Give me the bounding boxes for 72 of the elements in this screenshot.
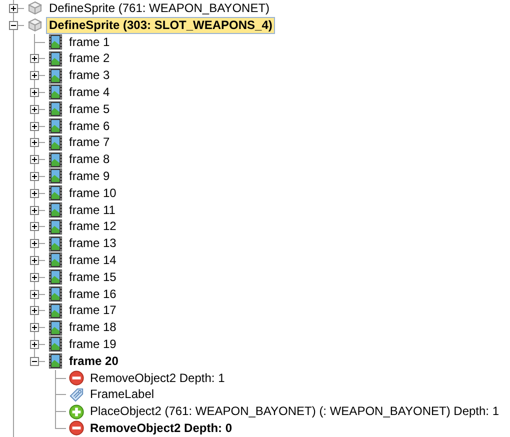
expand-toggle[interactable] bbox=[30, 71, 39, 80]
expand-toggle[interactable] bbox=[30, 88, 39, 97]
tree-item-label[interactable]: frame 11 bbox=[66, 202, 118, 218]
tree-item-label[interactable]: frame 6 bbox=[66, 118, 113, 134]
tree-item-label[interactable]: frame 19 bbox=[66, 336, 120, 353]
expand-toggle[interactable] bbox=[30, 323, 39, 332]
tree-item-label[interactable]: frame 1 bbox=[66, 34, 113, 50]
tree-item-label[interactable]: frame 17 bbox=[66, 302, 120, 320]
cube-icon bbox=[27, 17, 43, 34]
tree-item-label[interactable]: DefineSprite (303: SLOT_WEAPONS_4) bbox=[46, 16, 276, 34]
tree-item-label[interactable]: frame 8 bbox=[66, 151, 113, 168]
tree-item-label[interactable]: frame 13 bbox=[66, 235, 120, 252]
tree-item-label[interactable]: PlaceObject2 (761: WEAPON_BAYONET) (: WEAPON_BAYONET) Depth: 1 bbox=[87, 403, 502, 420]
film-icon bbox=[48, 218, 63, 235]
expand-toggle[interactable] bbox=[30, 222, 39, 232]
film-icon bbox=[48, 236, 63, 252]
add-icon bbox=[69, 404, 84, 420]
tree-item-label[interactable]: frame 14 bbox=[66, 252, 120, 269]
film-icon bbox=[48, 269, 63, 286]
expand-toggle[interactable] bbox=[30, 306, 39, 316]
film-icon bbox=[48, 101, 63, 118]
collapse-toggle[interactable] bbox=[30, 356, 39, 366]
tree-item-label[interactable]: frame 9 bbox=[66, 168, 113, 185]
film-icon bbox=[48, 134, 63, 151]
film-icon bbox=[48, 68, 63, 84]
film-icon bbox=[48, 320, 63, 336]
film-icon bbox=[48, 302, 63, 319]
cube-icon bbox=[27, 0, 43, 16]
film-icon bbox=[48, 252, 63, 268]
tree-item-label[interactable]: frame 2 bbox=[66, 50, 113, 68]
film-icon bbox=[48, 353, 63, 370]
expand-toggle[interactable] bbox=[30, 138, 39, 148]
tree-item-label[interactable]: frame 3 bbox=[66, 67, 113, 84]
tree-item-label[interactable]: frame 12 bbox=[66, 218, 120, 236]
film-icon bbox=[48, 152, 63, 168]
film-icon bbox=[48, 336, 63, 352]
remove-icon bbox=[69, 370, 84, 386]
tree-item-label[interactable]: frame 5 bbox=[66, 100, 113, 118]
expand-toggle[interactable] bbox=[30, 239, 39, 248]
expand-toggle[interactable] bbox=[30, 172, 39, 181]
tree-item-label[interactable]: frame 15 bbox=[66, 268, 120, 286]
film-icon bbox=[48, 34, 63, 50]
tree-item-label[interactable]: frame 7 bbox=[66, 134, 113, 152]
film-icon bbox=[48, 84, 63, 100]
film-icon bbox=[48, 202, 63, 218]
tree-item-label[interactable]: DefineSprite (761: WEAPON_BAYONET) bbox=[46, 0, 273, 17]
expand-toggle[interactable] bbox=[30, 122, 39, 131]
expand-toggle[interactable] bbox=[30, 272, 39, 282]
expand-toggle[interactable] bbox=[30, 104, 39, 114]
tree-item-label[interactable]: frame 18 bbox=[66, 319, 120, 336]
film-icon bbox=[48, 286, 63, 302]
film-icon bbox=[48, 168, 63, 184]
tree-item-label[interactable]: RemoveObject2 Depth: 0 bbox=[87, 420, 236, 437]
expand-toggle[interactable] bbox=[30, 290, 39, 299]
tag-icon bbox=[69, 386, 84, 403]
tree-item-label[interactable]: RemoveObject2 Depth: 1 bbox=[87, 370, 228, 386]
expand-toggle[interactable] bbox=[30, 155, 39, 164]
expand-toggle[interactable] bbox=[30, 188, 39, 198]
expand-toggle[interactable] bbox=[30, 206, 39, 215]
expand-toggle[interactable] bbox=[30, 256, 39, 265]
tree-item-label[interactable]: frame 16 bbox=[66, 286, 120, 302]
tree-item-label[interactable]: frame 10 bbox=[66, 184, 120, 202]
film-icon bbox=[48, 118, 63, 134]
tree-item-label[interactable]: frame 4 bbox=[66, 84, 113, 101]
collapse-toggle[interactable] bbox=[9, 20, 18, 30]
tree-item-label[interactable]: FrameLabel bbox=[87, 386, 158, 404]
tree-item-label[interactable]: frame 20 bbox=[66, 352, 122, 370]
expand-toggle[interactable] bbox=[30, 340, 39, 349]
expand-toggle[interactable] bbox=[30, 54, 39, 64]
film-icon bbox=[48, 185, 63, 202]
expand-toggle[interactable] bbox=[9, 4, 18, 13]
film-icon bbox=[48, 50, 63, 67]
